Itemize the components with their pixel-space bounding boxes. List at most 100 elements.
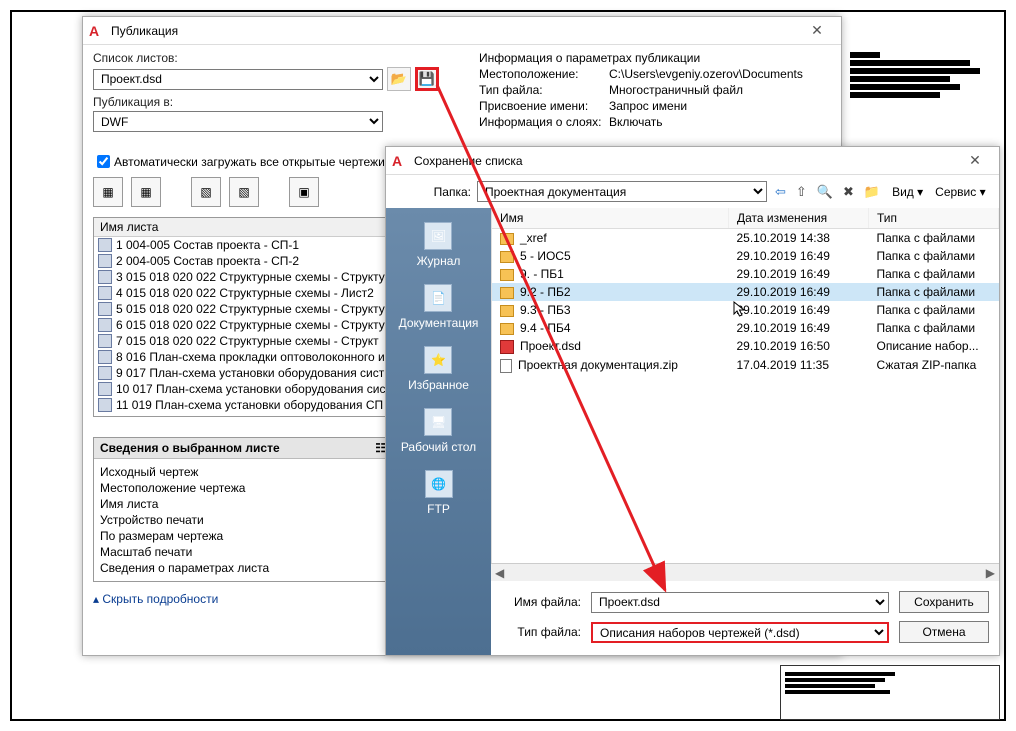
- col-date[interactable]: Дата изменения: [729, 208, 869, 229]
- places-bar: 🖼 Журнал 📄 Документация ⭐Избранное 🖥 Рабочий с…: [386, 208, 491, 655]
- place-item[interactable]: 📄 Документация: [399, 284, 479, 330]
- file-type: Папка с файлами: [869, 229, 999, 248]
- sheet-row[interactable]: 4 015 018 020 022 Структурные схемы - Ли…: [94, 285, 392, 301]
- place-icon: 🌐: [425, 470, 453, 498]
- sheet-row[interactable]: 8 016 План-схема прокладки оптоволоконно…: [94, 349, 392, 365]
- save-close-icon[interactable]: ✕: [957, 152, 993, 169]
- save-title: Сохранение списка: [414, 154, 957, 168]
- view-menu[interactable]: Вид ▾: [892, 185, 923, 199]
- folder-icon: [500, 269, 514, 281]
- sheet-list-label: Список листов:: [93, 51, 463, 65]
- up-icon[interactable]: ⇧: [794, 184, 809, 200]
- search-icon[interactable]: 🔍: [815, 184, 835, 200]
- file-row[interactable]: 9.4 - ПБ429.10.2019 16:49Папка с файлами: [492, 319, 999, 337]
- move-down-button[interactable]: ▧: [229, 177, 259, 207]
- sheet-row[interactable]: 7 015 018 020 022 Структурные схемы - Ст…: [94, 333, 392, 349]
- col-type[interactable]: Тип: [869, 208, 999, 229]
- sheet-name: 5 015 018 020 022 Структурные схемы - Ст…: [116, 302, 385, 316]
- save-button[interactable]: Сохранить: [899, 591, 989, 613]
- detail-row: Сведения о параметрах листа: [100, 561, 386, 575]
- naming-key: Присвоение имени:: [479, 99, 609, 113]
- file-date: 29.10.2019 16:49: [729, 283, 869, 301]
- file-type: Папка с файлами: [869, 319, 999, 337]
- sheet-icon: [98, 382, 112, 396]
- file-name: _xref: [520, 231, 547, 245]
- col-name[interactable]: Имя: [492, 208, 729, 229]
- sheet-row[interactable]: 10 017 План-схема установки оборудования…: [94, 381, 392, 397]
- file-row[interactable]: 9. - ПБ129.10.2019 16:49Папка с файлами: [492, 265, 999, 283]
- sheet-list-dropdown[interactable]: Проект.dsd: [93, 69, 383, 90]
- hide-details-link[interactable]: ▴ Скрыть подробности: [93, 592, 218, 606]
- sheet-name: 2 004-005 Состав проекта - СП-2: [116, 254, 299, 268]
- folder-icon: [500, 233, 514, 245]
- sheet-list-header: Имя листа: [94, 218, 392, 237]
- place-label: Журнал: [417, 254, 461, 268]
- place-icon: 🖥: [424, 408, 452, 436]
- remove-sheets-button[interactable]: ▦: [131, 177, 161, 207]
- place-item[interactable]: ⭐Избранное: [408, 346, 469, 392]
- place-icon: ⭐: [424, 346, 452, 374]
- naming-val: Запрос имени: [609, 99, 687, 113]
- delete-icon[interactable]: ✖: [841, 184, 856, 200]
- place-label: Рабочий стол: [401, 440, 476, 454]
- place-icon: 📄: [424, 284, 452, 312]
- layers-key: Информация о слоях:: [479, 115, 609, 129]
- sheet-name: 1 004-005 Состав проекта - СП-1: [116, 238, 299, 252]
- auto-load-checkbox[interactable]: [97, 155, 110, 168]
- sheet-row[interactable]: 11 019 План-схема установки оборудования…: [94, 397, 392, 413]
- open-list-button[interactable]: 📂: [387, 67, 411, 91]
- detail-row: Имя листа: [100, 497, 386, 511]
- file-name: 9. - ПБ1: [520, 267, 564, 281]
- publish-to-dropdown[interactable]: DWF: [93, 111, 383, 132]
- file-row[interactable]: 9.2 - ПБ2 29.10.2019 16:49Папка с файлами: [492, 283, 999, 301]
- move-up-button[interactable]: ▧: [191, 177, 221, 207]
- sheet-icon: [98, 350, 112, 364]
- new-folder-icon[interactable]: 📁: [862, 184, 882, 200]
- dsd-icon: [500, 340, 514, 354]
- file-row[interactable]: Проект.dsd29.10.2019 16:50Описание набор…: [492, 337, 999, 356]
- folder-dropdown[interactable]: Проектная документация: [477, 181, 767, 202]
- sheet-name: 8 016 План-схема прокладки оптоволоконно…: [116, 350, 385, 364]
- publish-close-icon[interactable]: ✕: [799, 22, 835, 39]
- filetype-dropdown[interactable]: Описания наборов чертежей (*.dsd): [591, 622, 889, 643]
- sheet-list[interactable]: Имя листа 1 004-005 Состав проекта - СП-…: [93, 217, 393, 417]
- folder-open-icon: 📂: [391, 71, 407, 87]
- file-row[interactable]: 5 - ИОС529.10.2019 16:49Папка с файлами: [492, 247, 999, 265]
- preview-button[interactable]: ▣: [289, 177, 319, 207]
- filename-input[interactable]: Проект.dsd: [591, 592, 889, 613]
- place-item[interactable]: 🖥 Рабочий стол: [401, 408, 476, 454]
- place-icon: 🖼: [424, 222, 452, 250]
- cancel-button[interactable]: Отмена: [899, 621, 989, 643]
- loc-val: C:\Users\evgeniy.ozerov\Documents: [609, 67, 803, 81]
- file-date: 17.04.2019 11:35: [729, 356, 869, 375]
- pub-info-header: Информация о параметрах публикации: [479, 51, 831, 65]
- place-item[interactable]: 🖼 Журнал: [417, 222, 461, 268]
- sheet-row[interactable]: 9 017 План-схема установки оборудования …: [94, 365, 392, 381]
- place-item[interactable]: 🌐FTP: [425, 470, 453, 516]
- horizontal-scrollbar[interactable]: ◀▶: [491, 563, 999, 581]
- file-name: 9.2 - ПБ2: [520, 285, 571, 299]
- file-row[interactable]: _xref25.10.2019 14:38Папка с файлами: [492, 229, 999, 248]
- file-type: Папка с файлами: [869, 283, 999, 301]
- sheet-row[interactable]: 3 015 018 020 022 Структурные схемы - Ст…: [94, 269, 392, 285]
- add-sheets-button[interactable]: ▦: [93, 177, 123, 207]
- sheet-row[interactable]: 5 015 018 020 022 Структурные схемы - Ст…: [94, 301, 392, 317]
- filename-label: Имя файла:: [501, 595, 581, 609]
- place-label: Документация: [399, 316, 479, 330]
- folder-icon: [500, 305, 514, 317]
- sheet-row[interactable]: 6 015 018 020 022 Структурные схемы - Ст…: [94, 317, 392, 333]
- sheet-row[interactable]: 2 004-005 Состав проекта - СП-2: [94, 253, 392, 269]
- file-date: 29.10.2019 16:49: [729, 319, 869, 337]
- file-date: 29.10.2019 16:50: [729, 337, 869, 356]
- sheet-name: 11 019 План-схема установки оборудования…: [116, 398, 383, 412]
- file-row[interactable]: Проектная документация.zip17.04.2019 11:…: [492, 356, 999, 375]
- service-menu[interactable]: Сервис ▾: [935, 185, 985, 199]
- back-icon[interactable]: ⇦: [773, 184, 788, 200]
- mouse-cursor-icon: [733, 301, 747, 319]
- file-date: 29.10.2019 16:49: [729, 247, 869, 265]
- sheet-icon: [98, 238, 112, 252]
- sheet-row[interactable]: 1 004-005 Состав проекта - СП-1: [94, 237, 392, 253]
- file-date: 29.10.2019 16:49: [729, 301, 869, 319]
- file-list[interactable]: Имя Дата изменения Тип _xref25.10.2019 1…: [491, 208, 999, 563]
- save-list-button[interactable]: 💾: [415, 67, 439, 91]
